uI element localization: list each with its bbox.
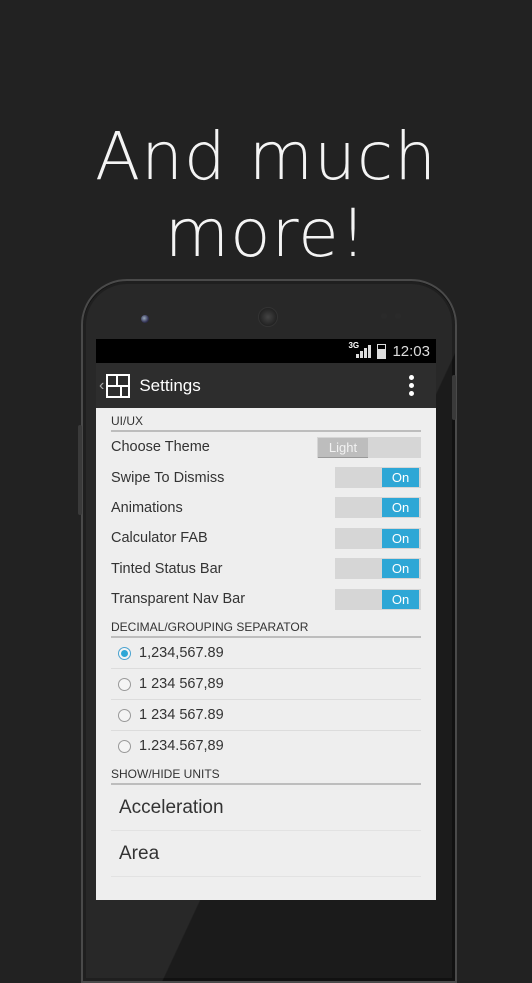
radio-label: 1.234.567,89 — [139, 738, 224, 755]
sensor-icon — [381, 313, 387, 319]
headline: And much more! — [94, 118, 438, 272]
front-camera-icon — [141, 315, 149, 323]
radio-option[interactable]: 1 234 567,89 — [111, 669, 421, 701]
toggle-row-swipe-to-dismiss: Swipe To Dismiss On — [111, 462, 421, 492]
section-header-separator: DECIMAL/GROUPING SEPARATOR — [111, 614, 421, 639]
tinted-status-bar-toggle[interactable]: On — [335, 558, 421, 580]
toggle-label: Swipe To Dismiss — [111, 469, 225, 486]
radio-unchecked-icon[interactable] — [118, 739, 131, 753]
theme-row: Choose Theme Light — [111, 432, 421, 462]
battery-icon — [377, 343, 387, 359]
phone-screen: 3G 12:03 ‹ Settings UI/UX Choose Theme L… — [96, 339, 436, 900]
toggle-row-transparent-nav-bar: Transparent Nav Bar On — [111, 584, 421, 614]
settings-list: UI/UX Choose Theme Light Swipe To Dismis… — [96, 408, 436, 878]
section-header-uiux: UI/UX — [111, 408, 421, 432]
radio-label: 1 234 567.89 — [139, 707, 224, 724]
network-type: 3G — [348, 341, 360, 350]
toggle-state: On — [382, 498, 419, 518]
toggle-row-calculator-fab: Calculator FAB On — [111, 523, 421, 553]
radio-label: 1,234,567.89 — [139, 645, 224, 662]
theme-value: Light — [318, 437, 368, 458]
status-bar: 3G 12:03 — [96, 339, 436, 363]
swipe-to-dismiss-toggle[interactable]: On — [335, 467, 421, 489]
separator-radio-group: 1,234,567.89 1 234 567,89 1 234 567.89 1… — [111, 638, 421, 761]
toggle-state: On — [382, 589, 419, 609]
power-button — [452, 375, 456, 420]
toggle-row-tinted-status-bar: Tinted Status Bar On — [111, 554, 421, 584]
toggle-state: On — [382, 559, 419, 579]
toggle-label: Animations — [111, 499, 183, 516]
toggle-label: Transparent Nav Bar — [111, 591, 246, 608]
radio-option[interactable]: 1,234,567.89 — [111, 638, 421, 670]
clock: 12:03 — [392, 342, 430, 360]
theme-label: Choose Theme — [111, 439, 210, 456]
speaker-grille-icon — [258, 307, 278, 327]
toggle-label: Calculator FAB — [111, 530, 208, 547]
calculator-fab-toggle[interactable]: On — [335, 527, 421, 549]
toggle-state: On — [382, 468, 419, 488]
radio-unchecked-icon[interactable] — [118, 677, 131, 691]
action-bar: ‹ Settings — [96, 363, 436, 408]
app-logo-icon[interactable] — [106, 373, 131, 398]
overflow-menu-icon[interactable] — [409, 375, 414, 396]
toggle-state: On — [382, 528, 419, 548]
toggle-row-animations: Animations On — [111, 493, 421, 523]
radio-unchecked-icon[interactable] — [118, 708, 131, 722]
transparent-nav-bar-toggle[interactable]: On — [335, 588, 421, 610]
sensor-icon — [395, 313, 401, 319]
volume-button — [78, 425, 82, 515]
page-title: Settings — [139, 375, 201, 395]
signal-icon: 3G — [348, 341, 372, 358]
theme-switch[interactable]: Light — [317, 436, 421, 458]
section-header-units: SHOW/HIDE UNITS — [111, 761, 421, 786]
radio-option[interactable]: 1 234 567.89 — [111, 700, 421, 732]
unit-item-acceleration[interactable]: Acceleration — [111, 785, 421, 832]
radio-option[interactable]: 1.234.567,89 — [111, 731, 421, 761]
toggle-label: Tinted Status Bar — [111, 560, 223, 577]
back-caret-icon[interactable]: ‹ — [99, 377, 104, 395]
unit-item-area[interactable]: Area — [111, 831, 421, 878]
animations-toggle[interactable]: On — [335, 497, 421, 519]
radio-checked-icon[interactable] — [118, 646, 131, 660]
radio-label: 1 234 567,89 — [139, 676, 224, 693]
